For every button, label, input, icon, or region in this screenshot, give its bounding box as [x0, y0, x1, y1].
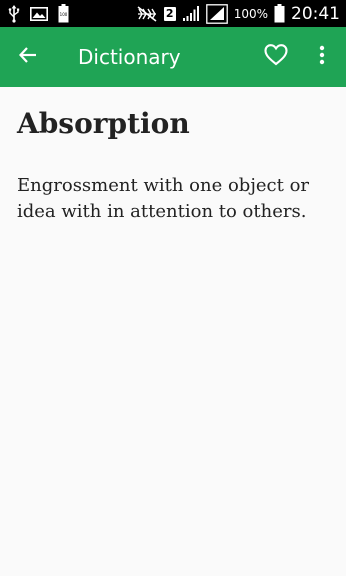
battery-icon — [274, 4, 285, 23]
mute-icon — [136, 5, 158, 22]
signal-icon — [182, 5, 200, 22]
image-icon — [30, 6, 48, 21]
overflow-menu-button[interactable] — [310, 43, 334, 71]
clock: 20:41 — [291, 3, 340, 24]
favorite-button[interactable] — [262, 43, 290, 71]
word-definition: Engrossment with one object or idea with… — [17, 175, 310, 222]
app-bar: Dictionary — [0, 27, 346, 87]
usb-icon — [8, 4, 20, 23]
status-bar-right: 2 100% 20:41 — [136, 0, 340, 27]
word-title: Absorption — [17, 107, 190, 140]
entry-content: Absorption Engrossment with one object o… — [0, 87, 346, 576]
page-title: Dictionary — [78, 45, 181, 69]
status-bar: 100 2 100% 20:41 — [0, 0, 346, 27]
signal-icon — [205, 3, 228, 24]
heart-outline-icon — [264, 44, 288, 70]
back-button[interactable] — [14, 43, 42, 71]
battery-100-icon: 100 — [58, 4, 69, 23]
screen: 100 2 100% 20:41 Dictionary Absorption E… — [0, 0, 346, 576]
svg-text:100: 100 — [60, 12, 68, 17]
battery-percent: 100% — [233, 6, 268, 21]
more-vert-icon — [319, 45, 325, 69]
sim-icon: 2 — [163, 6, 176, 21]
arrow-back-icon — [18, 45, 38, 69]
status-bar-left: 100 — [8, 0, 69, 27]
